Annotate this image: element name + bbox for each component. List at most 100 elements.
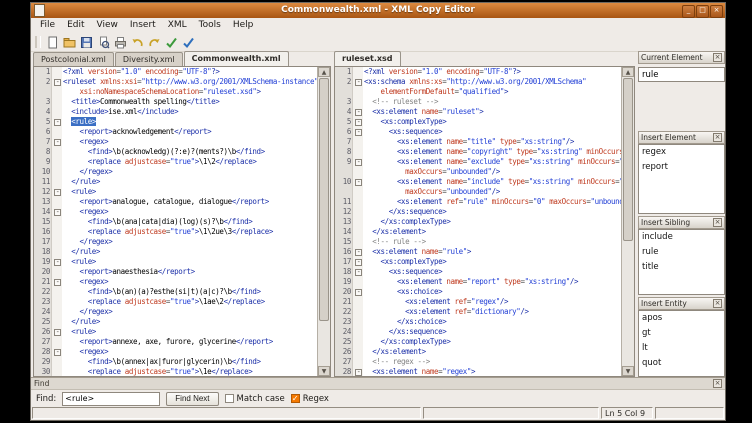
- code-line[interactable]: 14 </xs:element>: [335, 227, 621, 237]
- list-item-rule[interactable]: rule: [639, 245, 724, 260]
- code-line[interactable]: 11 </rule>: [34, 177, 317, 187]
- code-line[interactable]: maxOccurs="unbounded"/>: [335, 187, 621, 197]
- list-item-include[interactable]: include: [639, 230, 724, 245]
- menu-item-tools[interactable]: Tools: [193, 18, 227, 33]
- regex-checkbox[interactable]: ✓: [291, 394, 300, 403]
- redo-icon[interactable]: [146, 34, 163, 50]
- code-line[interactable]: 10- <xs:element name="include" type="xs:…: [335, 177, 621, 187]
- code-line[interactable]: 16- <xs:element name="rule">: [335, 247, 621, 257]
- code-line[interactable]: 3 <!-- ruleset -->: [335, 97, 621, 107]
- close-button[interactable]: ×: [710, 5, 723, 18]
- code-line[interactable]: 27 <!-- regex -->: [335, 357, 621, 367]
- code-line[interactable]: 3 <title>Commonwealth spelling</title>: [34, 97, 317, 107]
- code-line[interactable]: 9- <xs:element name="exclude" type="xs:s…: [335, 157, 621, 167]
- code-line[interactable]: 20- <xs:choice>: [335, 287, 621, 297]
- code-line[interactable]: 21- <regex>: [34, 277, 317, 287]
- tab-diversity.xml[interactable]: Diversity.xml: [115, 52, 183, 66]
- fold-toggle-icon[interactable]: -: [54, 189, 61, 196]
- menu-item-help[interactable]: Help: [227, 18, 260, 33]
- code-line[interactable]: 17 </regex>: [34, 237, 317, 247]
- fold-toggle-icon[interactable]: -: [54, 139, 61, 146]
- code-line[interactable]: elementFormDefault="qualified">: [335, 87, 621, 97]
- tab-ruleset.xsd[interactable]: ruleset.xsd: [334, 51, 401, 66]
- scroll-down-icon[interactable]: ▼: [622, 366, 634, 376]
- list-item-lt[interactable]: lt: [639, 341, 724, 356]
- code-line[interactable]: 17- <xs:complexType>: [335, 257, 621, 267]
- save-icon[interactable]: [78, 34, 95, 50]
- close-panel-icon[interactable]: ×: [713, 299, 722, 308]
- code-line[interactable]: 26 </xs:element>: [335, 347, 621, 357]
- list-item-gt[interactable]: gt: [639, 326, 724, 341]
- list-item-title[interactable]: title: [639, 260, 724, 275]
- menu-item-insert[interactable]: Insert: [124, 18, 162, 33]
- new-icon[interactable]: [44, 34, 61, 50]
- close-panel-icon[interactable]: ×: [713, 133, 722, 142]
- code-line[interactable]: 29 <find>\b(annex|ax|furor|glycerin)\b</…: [34, 357, 317, 367]
- current-element-input[interactable]: [638, 67, 725, 82]
- close-panel-icon[interactable]: ×: [713, 218, 722, 227]
- code-line[interactable]: 15 <find>\b(ana|cata|dia)(log)(s)?\b</fi…: [34, 217, 317, 227]
- code-line[interactable]: 22 <xs:element ref="dictionary"/>: [335, 307, 621, 317]
- fold-toggle-icon[interactable]: -: [355, 369, 362, 376]
- fold-toggle-icon[interactable]: -: [54, 259, 61, 266]
- print-icon[interactable]: [112, 34, 129, 50]
- menu-item-file[interactable]: File: [34, 18, 61, 33]
- scroll-up-icon[interactable]: ▲: [318, 67, 330, 77]
- close-panel-icon[interactable]: ×: [713, 53, 722, 62]
- code-line[interactable]: 27 <report>annexe, axe, furore, glycerin…: [34, 337, 317, 347]
- code-line[interactable]: 4 <include>ise.xml</include>: [34, 107, 317, 117]
- code-line[interactable]: maxOccurs="unbounded"/>: [335, 167, 621, 177]
- code-line[interactable]: 12- <rule>: [34, 187, 317, 197]
- code-line[interactable]: 13 <report>analogue, catalogue, dialogue…: [34, 197, 317, 207]
- insert-element-list[interactable]: regexreport: [638, 144, 725, 214]
- code-line[interactable]: 19- <rule>: [34, 257, 317, 267]
- list-item-regex[interactable]: regex: [639, 145, 724, 160]
- code-line[interactable]: 12 </xs:sequence>: [335, 207, 621, 217]
- code-line[interactable]: 5- <rule>: [34, 117, 317, 127]
- toolbar-grip[interactable]: [35, 36, 41, 48]
- find-next-button[interactable]: Find Next: [166, 392, 218, 406]
- code-line[interactable]: 25 </xs:complexType>: [335, 337, 621, 347]
- code-line[interactable]: 26- <rule>: [34, 327, 317, 337]
- code-line[interactable]: 28- <regex>: [34, 347, 317, 357]
- code-line[interactable]: 10 </regex>: [34, 167, 317, 177]
- code-line[interactable]: 23 <replace adjustcase="true">\1ae\2</re…: [34, 297, 317, 307]
- match-case-checkbox[interactable]: [225, 394, 234, 403]
- fold-toggle-icon[interactable]: -: [355, 79, 362, 86]
- code-line[interactable]: 2-<ruleset xmlns:xsi="http://www.w3.org/…: [34, 77, 317, 87]
- right-vertical-scrollbar[interactable]: ▲ ▼: [621, 67, 634, 376]
- code-line[interactable]: 25 </rule>: [34, 317, 317, 327]
- code-line[interactable]: 21 <xs:element ref="regex"/>: [335, 297, 621, 307]
- insert-entity-list[interactable]: aposgtltquot: [638, 310, 725, 377]
- menu-item-edit[interactable]: Edit: [61, 18, 90, 33]
- undo-icon[interactable]: [129, 34, 146, 50]
- left-code-area[interactable]: 1<?xml version="1.0" encoding="UTF-8"?>2…: [34, 67, 317, 376]
- print-preview-icon[interactable]: [95, 34, 112, 50]
- menu-item-xml[interactable]: XML: [162, 18, 193, 33]
- check-well-formed-icon[interactable]: [163, 34, 180, 50]
- insert-sibling-list[interactable]: includeruletitle: [638, 229, 725, 295]
- list-item-report[interactable]: report: [639, 160, 724, 175]
- right-code-area[interactable]: 1<?xml version="1.0" encoding="UTF-8"?>2…: [335, 67, 621, 376]
- fold-toggle-icon[interactable]: -: [54, 79, 61, 86]
- minimize-button[interactable]: _: [682, 5, 695, 18]
- code-line[interactable]: 18- <xs:sequence>: [335, 267, 621, 277]
- open-icon[interactable]: [61, 34, 78, 50]
- list-item-quot[interactable]: quot: [639, 356, 724, 371]
- fold-toggle-icon[interactable]: -: [54, 349, 61, 356]
- scrollbar-thumb[interactable]: [319, 78, 329, 321]
- code-line[interactable]: 18 </rule>: [34, 247, 317, 257]
- scrollbar-thumb[interactable]: [623, 78, 633, 241]
- list-item-apos[interactable]: apos: [639, 311, 724, 326]
- code-line[interactable]: 22 <find>\b(an)(a)?esthe(si|t)(a|c)?\b</…: [34, 287, 317, 297]
- code-line[interactable]: 9 <replace adjustcase="true">\1\2</repla…: [34, 157, 317, 167]
- code-line[interactable]: 6- <xs:sequence>: [335, 127, 621, 137]
- code-line[interactable]: 8 <xs:element name="copyright" type="xs:…: [335, 147, 621, 157]
- code-line[interactable]: 16 <replace adjustcase="true">\1\2ue\3</…: [34, 227, 317, 237]
- code-line[interactable]: 11 <xs:element ref="rule" minOccurs="0" …: [335, 197, 621, 207]
- fold-toggle-icon[interactable]: -: [355, 249, 362, 256]
- fold-toggle-icon[interactable]: -: [54, 329, 61, 336]
- fold-toggle-icon[interactable]: -: [355, 259, 362, 266]
- maximize-button[interactable]: □: [696, 5, 709, 18]
- fold-toggle-icon[interactable]: -: [355, 159, 362, 166]
